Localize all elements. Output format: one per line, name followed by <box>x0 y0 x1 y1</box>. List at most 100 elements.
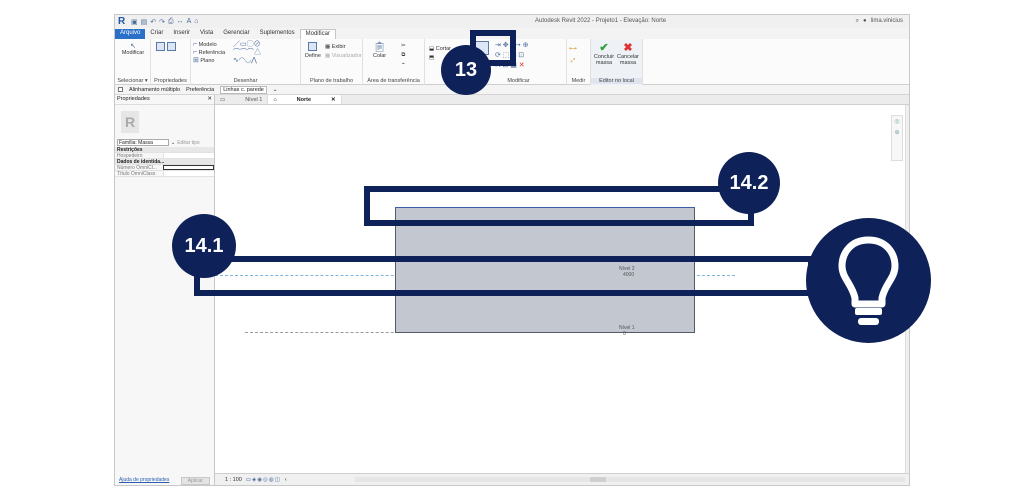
property-value[interactable] <box>163 171 214 176</box>
group-selecionar: ↖ Modificar Selecionar ▾ <box>115 39 151 85</box>
copy-icon[interactable]: ⧉ <box>401 51 406 60</box>
spline-icon: ∿◠◡⋀ <box>233 57 257 64</box>
draw-tools-row-3[interactable]: ∿◠◡⋀ <box>233 57 261 65</box>
edit-type-button[interactable]: Editar tipo <box>177 140 200 146</box>
level-1-value: 0 <box>623 331 626 337</box>
view-scale[interactable]: 1 : 100 <box>225 477 242 483</box>
chevron-down-icon[interactable]: ⌄ <box>273 87 278 93</box>
join-geometry-button[interactable]: ⬒ <box>429 55 434 61</box>
properties-footer: Ajuda de propriedades Aplicar <box>115 477 214 485</box>
selecionar-group-label[interactable]: Selecionar ▾ <box>115 78 150 84</box>
close-icon[interactable]: ✕ <box>207 96 212 103</box>
scroll-thumb[interactable] <box>590 477 606 482</box>
tab-modificar[interactable]: Modificar <box>299 29 336 39</box>
print-icon[interactable]: ⎙ <box>168 18 174 26</box>
user-icon[interactable]: ● <box>863 18 867 25</box>
zoom-icon[interactable]: ⊕ <box>894 129 899 136</box>
properties-help-link[interactable]: Ajuda de propriedades <box>119 477 169 485</box>
propriedades-group-label: Propriedades <box>154 78 187 84</box>
tab-vista[interactable]: Vista <box>195 29 218 39</box>
plano-trabalho-group-label: Plano de trabalho <box>309 78 354 84</box>
cut-geometry-icon: ⬓ <box>429 46 435 52</box>
step-14-2-highlight <box>364 186 754 226</box>
plane-icon: ⊞ <box>193 57 199 64</box>
type-selector-preview: R <box>115 105 214 138</box>
reference-line-button[interactable]: ⌐ Referência <box>193 49 225 57</box>
show-workplane-button[interactable]: ▦ Exibir <box>325 43 362 52</box>
horizontal-scrollbar[interactable] <box>355 477 905 482</box>
line-icon: ／▭◯⊘ <box>233 41 261 48</box>
multiple-align-checkbox[interactable] <box>118 87 123 92</box>
tab-criar[interactable]: Criar <box>145 29 168 39</box>
window-title: Autodesk Revit 2022 - Projeto1 - Elevaçã… <box>535 18 667 24</box>
view-tabs: ▭ Nível 1 ⌂ Norte ✕ <box>215 95 909 105</box>
finish-mass-button[interactable]: ✔ Concluir massa <box>593 41 615 66</box>
level-1-tag[interactable]: Nível 1 0 <box>619 325 635 337</box>
redo-icon[interactable]: ↷ <box>159 18 165 26</box>
chevron-left-icon[interactable]: ‹ <box>285 477 287 483</box>
tab-gerenciar[interactable]: Gerenciar <box>218 29 254 39</box>
view-control-icons[interactable]: ▭◈◉◎◍◫ <box>246 477 281 483</box>
properties-header: Propriedades ✕ <box>115 95 214 105</box>
property-value[interactable] <box>163 165 214 170</box>
preference-select[interactable]: Linhas c. parede <box>220 85 267 94</box>
cut-icon[interactable]: ✂ <box>401 42 406 51</box>
property-row: Título OmniClass <box>115 171 214 177</box>
draw-shapes-grid: ／▭◯⊘ ⌒⌒⌒△ ∿◠◡⋀ <box>233 41 261 65</box>
3d-view-icon[interactable]: ⌂ <box>194 18 198 26</box>
viewer-button[interactable]: ▦ Visualizador <box>325 52 362 61</box>
step-14-1-highlight <box>194 256 814 296</box>
navigation-bar: ◎ ⊕ <box>891 115 903 161</box>
tab-inserir[interactable]: Inserir <box>168 29 195 39</box>
tab-norte[interactable]: ⌂ Norte ✕ <box>268 95 342 104</box>
revit-logo-icon[interactable]: R <box>118 16 127 27</box>
modify-button[interactable]: ↖ Modificar <box>119 42 147 56</box>
properties-button[interactable] <box>156 42 176 53</box>
properties-icon <box>156 42 165 51</box>
step-13-badge: 13 <box>441 45 491 95</box>
model-line-icon: ⌐ <box>193 41 198 48</box>
tab-nivel-1[interactable]: ▭ Nível 1 <box>215 95 269 104</box>
draw-tools-row-2[interactable]: ⌒⌒⌒△ <box>233 49 261 57</box>
cancel-icon: ✖ <box>623 42 633 54</box>
clipboard-tools: ✂ ⧉ ⌁ <box>401 42 406 69</box>
group-medir: ⟷ ⤢ Medir <box>567 39 591 85</box>
title-right-area: ⌕ ● lima.vinicius <box>856 18 903 25</box>
text-icon[interactable]: A <box>187 18 192 26</box>
family-selector[interactable]: Família: Massa <box>117 139 169 146</box>
clipboard-icon: 📋︎ <box>373 42 386 53</box>
cancel-mass-button[interactable]: ✖ Cancelar massa <box>617 41 639 66</box>
match-type-icon[interactable]: ⌁ <box>401 60 406 69</box>
modify-label: Modificar <box>121 50 145 56</box>
user-name[interactable]: lima.vinicius <box>871 18 903 25</box>
property-value[interactable] <box>163 153 214 158</box>
family-preview-icon: R <box>121 110 139 133</box>
editor-group-label: Editor no local <box>591 78 642 84</box>
open-icon[interactable]: ▣ <box>131 18 138 26</box>
draw-tools-row-1[interactable]: ／▭◯⊘ <box>233 41 261 49</box>
floor-plan-icon: ▭ <box>220 96 226 103</box>
binoculars-icon[interactable]: ⌕ <box>856 18 859 25</box>
undo-icon[interactable]: ↶ <box>150 18 156 26</box>
close-icon[interactable]: ✕ <box>331 97 336 103</box>
measure-icon[interactable]: ↔ <box>177 18 184 26</box>
draw-type-list: ⌐ Modelo ⌐ Referência ⊞ Plano <box>193 41 225 65</box>
check-icon: ✔ <box>599 42 609 54</box>
paste-button[interactable]: 📋︎ Colar <box>373 42 386 59</box>
measure-tools: ⟷ ⤢ <box>569 43 577 67</box>
apply-button[interactable]: Aplicar <box>180 477 210 485</box>
define-button[interactable]: Define <box>305 42 321 59</box>
chevron-down-icon[interactable]: ⌄ <box>171 140 175 146</box>
type-properties-icon <box>166 42 176 51</box>
model-line-button[interactable]: ⌐ Modelo <box>193 41 225 49</box>
measure-distance-icon[interactable]: ⟷ <box>569 43 577 55</box>
save-icon[interactable]: ▤ <box>141 18 148 26</box>
dimension-icon[interactable]: ⤢ <box>569 55 577 67</box>
medir-group-label: Medir <box>571 78 586 84</box>
tab-suplementos[interactable]: Suplementos <box>255 29 300 39</box>
options-bar: Alinhamento múltiplo Preferência Linhas … <box>115 85 909 95</box>
tab-arquivo[interactable]: Arquivo <box>115 29 146 39</box>
elevation-icon: ⌂ <box>273 96 277 103</box>
plane-button[interactable]: ⊞ Plano <box>193 57 225 65</box>
steering-wheel-icon[interactable]: ◎ <box>894 118 899 125</box>
